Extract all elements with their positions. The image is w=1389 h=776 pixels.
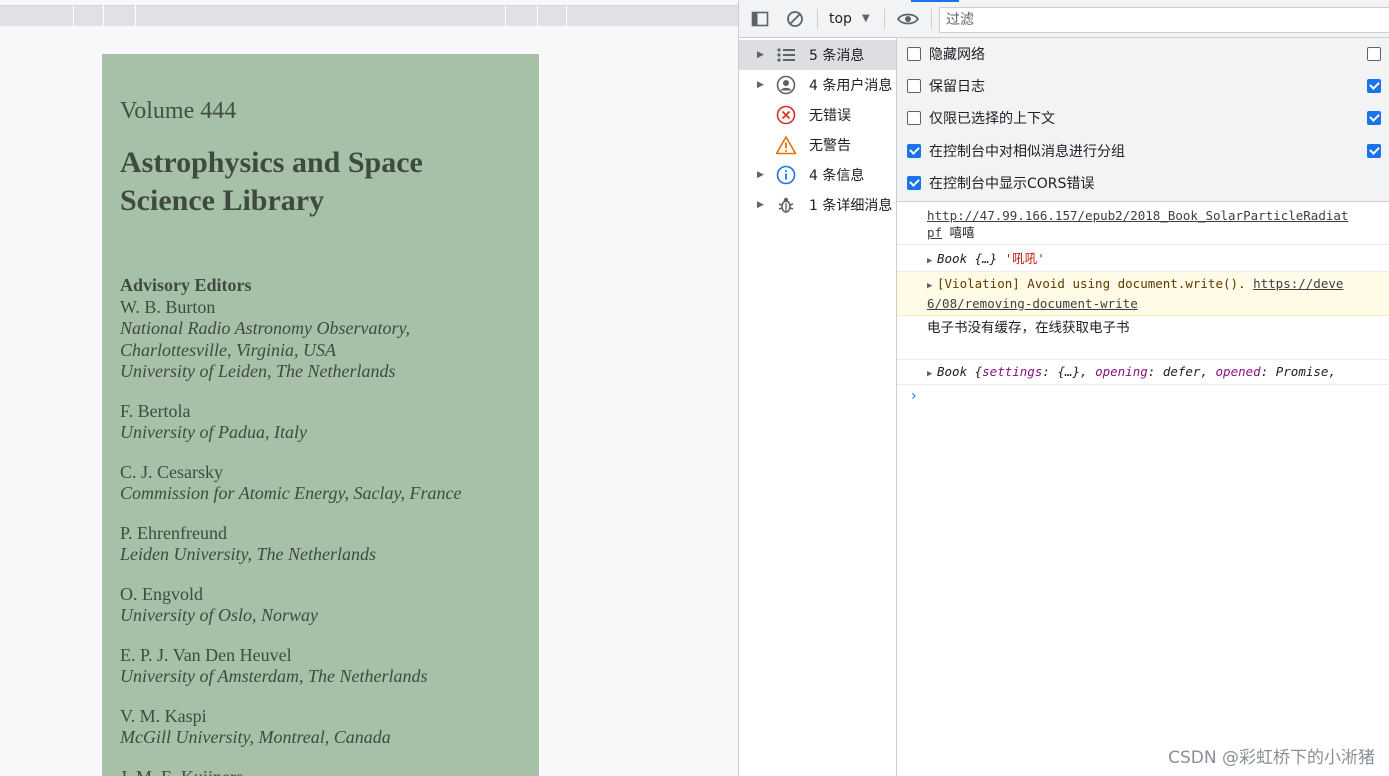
source-link[interactable]: http://47.99.166.157/epub2/2018_Book_Sol… <box>927 208 1348 223</box>
sidebar-toggle-icon[interactable] <box>750 9 770 29</box>
error-icon <box>775 104 797 126</box>
editor-entry: O. Engvold University of Oslo, Norway <box>120 583 318 626</box>
console-message[interactable]: ▶ Book {…} '吼吼' <box>897 246 1389 272</box>
eye-icon[interactable] <box>896 9 920 29</box>
expand-triangle-icon: ▶ <box>757 200 764 210</box>
console-message: 电子书没有缓存，在线获取电子书 <box>897 316 1389 360</box>
warning-icon <box>775 134 797 156</box>
book-cover-page: Volume 444 Astrophysics and Space Scienc… <box>102 54 539 776</box>
checkbox[interactable] <box>907 47 921 61</box>
checkbox[interactable] <box>907 79 921 93</box>
chevron-down-icon: ▼ <box>861 13 870 24</box>
console-sidebar: ▶ 5 条消息 ▶ 4 条用户消息 无错误 无警告 ▶ 4 条信息 ▶ 1 条详 <box>739 38 897 776</box>
console-prompt-icon[interactable]: › <box>911 388 917 404</box>
advisory-editors: Advisory Editors W. B. Burton National R… <box>120 275 535 776</box>
expand-triangle-icon: ▶ <box>757 80 764 90</box>
series-title: Astrophysics and Space Science Library <box>120 146 423 217</box>
editor-entry: W. B. Burton National Radio Astronomy Ob… <box>120 296 410 382</box>
sidebar-item-verbose[interactable]: ▶ 1 条详细消息 <box>739 190 896 220</box>
expand-triangle-icon[interactable]: ▶ <box>927 366 937 383</box>
expand-triangle-icon: ▶ <box>757 170 764 180</box>
page-top-strip <box>0 0 738 27</box>
checkbox[interactable] <box>907 176 921 190</box>
console-message[interactable]: ▶ Book {settings: {…}, opening: defer, op… <box>897 360 1389 385</box>
list-icon <box>775 44 797 66</box>
expand-triangle-icon: ▶ <box>757 50 764 60</box>
watermark: CSDN @彩虹桥下的小淅猪 <box>1168 748 1375 768</box>
checkbox[interactable] <box>1367 111 1381 125</box>
editor-entry: E. P. J. Van Den Heuvel University of Am… <box>120 644 428 687</box>
source-link[interactable]: 6/08/removing-document-write <box>927 296 1138 311</box>
console-message: http://47.99.166.157/epub2/2018_Book_Sol… <box>897 205 1389 245</box>
editor-entry: P. Ehrenfreund Leiden University, The Ne… <box>120 522 376 565</box>
volume-label: Volume 444 <box>120 98 237 124</box>
expand-triangle-icon[interactable]: ▶ <box>927 253 937 270</box>
sidebar-item-warnings[interactable]: 无警告 <box>739 130 896 160</box>
user-icon <box>775 74 797 96</box>
devtools-panel: top ▼ 过滤 ▶ 5 条消息 ▶ 4 条用户消息 无错误 无警告 ▶ 4 条… <box>738 0 1389 776</box>
checkbox[interactable] <box>1367 144 1381 158</box>
clear-console-icon[interactable] <box>785 9 805 29</box>
active-tab-indicator <box>911 0 959 2</box>
sidebar-item-errors[interactable]: 无错误 <box>739 100 896 130</box>
checkbox[interactable] <box>907 111 921 125</box>
editor-entry: J. M. E. Kuijpers <box>120 767 535 776</box>
advisory-heading: Advisory Editors <box>120 275 252 295</box>
console-output: http://47.99.166.157/epub2/2018_Book_Sol… <box>897 202 1389 776</box>
editor-entry: F. Bertola University of Padua, Italy <box>120 400 307 443</box>
page-viewport: Volume 444 Astrophysics and Space Scienc… <box>0 0 738 776</box>
context-selector[interactable]: top ▼ <box>829 9 870 29</box>
setting-right-checkbox-2[interactable] <box>1367 75 1389 97</box>
setting-group-similar[interactable]: 在控制台中对相似消息进行分组 <box>907 140 1125 162</box>
setting-right-checkbox-3[interactable] <box>1367 107 1389 129</box>
setting-right-checkbox-4[interactable] <box>1367 140 1389 162</box>
setting-selected-context-only[interactable]: 仅限已选择的上下文 <box>907 107 1055 129</box>
sidebar-item-info[interactable]: ▶ 4 条信息 <box>739 160 896 190</box>
sidebar-item-user-messages[interactable]: ▶ 4 条用户消息 <box>739 70 896 100</box>
console-toolbar: top ▼ 过滤 <box>739 0 1389 38</box>
editor-entry: C. J. Cesarsky Commission for Atomic Ene… <box>120 461 462 504</box>
source-link[interactable]: pf <box>927 225 942 240</box>
editor-entry: V. M. Kaspi McGill University, Montreal,… <box>120 705 391 748</box>
setting-hide-network[interactable]: 隐藏网络 <box>907 43 985 65</box>
setting-right-checkbox-1[interactable] <box>1367 43 1389 65</box>
expand-triangle-icon[interactable]: ▶ <box>927 278 937 295</box>
sidebar-item-messages[interactable]: ▶ 5 条消息 <box>739 40 896 70</box>
console-violation-message[interactable]: ▶ [Violation] Avoid using document.write(… <box>897 272 1389 316</box>
bug-icon <box>775 194 797 216</box>
checkbox[interactable] <box>1367 47 1381 61</box>
info-icon <box>775 164 797 186</box>
checkbox[interactable] <box>907 144 921 158</box>
filter-input[interactable]: 过滤 <box>939 7 1389 33</box>
source-link[interactable]: https://deve <box>1253 276 1343 291</box>
checkbox[interactable] <box>1367 79 1381 93</box>
console-settings: 隐藏网络 保留日志 仅限已选择的上下文 在控制台中对相似消息进行分组 在控制台中… <box>897 38 1389 202</box>
setting-show-cors-errors[interactable]: 在控制台中显示CORS错误 <box>907 172 1094 194</box>
setting-preserve-log[interactable]: 保留日志 <box>907 75 985 97</box>
